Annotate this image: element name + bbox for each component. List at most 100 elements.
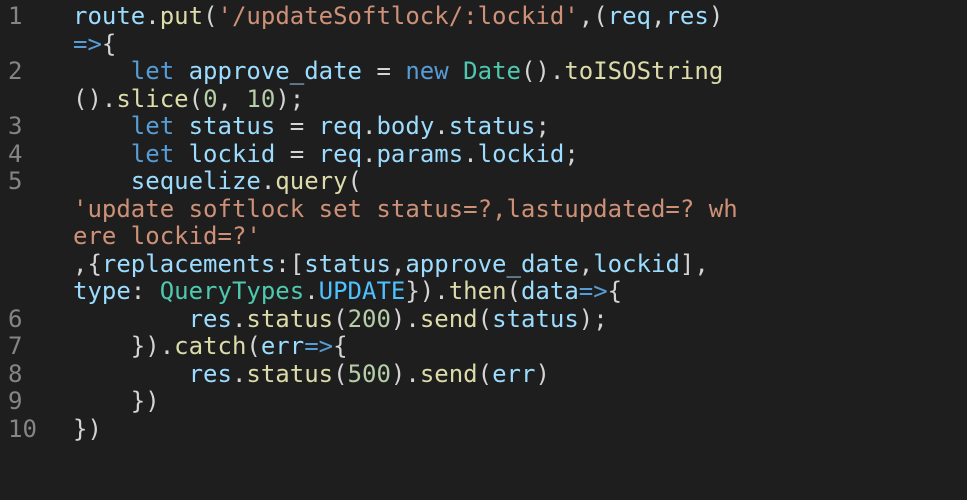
code-token: approve_date <box>188 57 362 85</box>
line-number <box>0 31 73 59</box>
code-token: => <box>578 277 608 305</box>
code-token: (). <box>73 84 117 113</box>
code-line: 6 res.status(200).send(status); <box>0 304 967 334</box>
code-token: , <box>390 249 406 278</box>
code-token: toISOString <box>564 57 724 85</box>
code-line: 8 res.status(500).send(err) <box>0 359 967 389</box>
code-line: 5 sequelize.query( <box>0 167 967 196</box>
code-token: ( <box>333 304 348 333</box>
code-token: = <box>275 112 319 140</box>
code-token: ); <box>275 84 305 113</box>
line-number <box>0 196 73 224</box>
code-token: slice <box>116 84 189 113</box>
code-token: ( <box>347 167 362 195</box>
code-content: route.put('/updateSoftlock/:lockid',(req… <box>73 2 723 31</box>
line-number: 4 <box>8 139 23 168</box>
code-token: QueryTypes <box>159 277 305 305</box>
line-number: 3 <box>8 112 23 140</box>
code-token: Date <box>463 57 521 85</box>
code-token: . <box>231 304 247 333</box>
code-content: ,{replacements:[status,approve_date,lock… <box>73 249 709 279</box>
code-line: 10}) <box>0 415 967 444</box>
code-token: status <box>492 304 579 333</box>
code-token: body <box>376 112 435 140</box>
code-token: ; <box>535 112 550 140</box>
code-token: send <box>419 359 478 388</box>
code-token: '/updateSoftlock/:lockid' <box>217 2 579 30</box>
code-content: let lockid = req.params.lockid; <box>73 139 579 169</box>
line-number: 7 <box>8 332 23 360</box>
code-token: status <box>448 112 536 140</box>
code-editor[interactable]: 1 route.put('/updateSoftlock/:lockid',(re… <box>0 0 967 500</box>
code-token: ( <box>246 332 261 360</box>
line-number: 9 <box>8 387 23 415</box>
code-content: let approve_date = new Date().toISOStrin… <box>73 57 724 86</box>
code-token: req <box>607 2 652 30</box>
code-line: 2 let approve_date = new Date().toISOStr… <box>0 57 967 86</box>
code-token: status <box>246 359 334 388</box>
line-number <box>0 251 73 279</box>
code-token: catch <box>174 332 247 360</box>
code-token: lockid <box>477 139 565 168</box>
code-token: err <box>260 332 305 360</box>
code-token: }) <box>73 387 160 415</box>
code-token: query <box>275 167 348 195</box>
code-token: let <box>130 112 175 140</box>
code-token: 10 <box>246 84 276 113</box>
code-token: ( <box>203 2 218 30</box>
code-token: ( <box>477 304 493 333</box>
code-line: 7 }).catch(err=>{ <box>0 332 967 361</box>
code-token: ,{ <box>73 249 102 278</box>
code-token: err <box>492 359 536 388</box>
code-token: 500 <box>347 359 391 388</box>
code-token: ,( <box>578 2 608 30</box>
code-token: . <box>304 277 319 305</box>
code-token: . <box>260 167 276 195</box>
code-token: ( <box>333 359 348 388</box>
code-line: 9 }) <box>0 387 967 416</box>
code-line: 3 let status = req.body.status; <box>0 112 967 141</box>
line-number: 1 <box>8 2 23 30</box>
code-token: res <box>188 304 232 333</box>
code-token: ( <box>188 84 204 113</box>
code-token: , <box>217 84 247 113</box>
line-number: 5 <box>8 167 23 195</box>
code-token: res <box>188 359 232 388</box>
code-token: status <box>188 112 276 140</box>
code-content: }) <box>73 415 102 444</box>
code-token: route <box>73 2 146 30</box>
code-content: 'update softlock set status=?,lastupdate… <box>73 195 738 224</box>
code-token: = <box>362 57 406 85</box>
code-token: params <box>376 139 464 168</box>
code-token: . <box>434 112 449 140</box>
code-token: 200 <box>347 304 391 333</box>
code-token: let <box>130 139 175 168</box>
code-token: . <box>362 112 377 140</box>
code-token: ); <box>578 304 608 333</box>
code-content: =>{ <box>73 29 117 59</box>
code-token: sequelize <box>130 167 261 195</box>
line-number <box>0 223 73 251</box>
code-token: new <box>405 57 449 85</box>
code-token: req <box>318 139 363 168</box>
code-token: ). <box>390 359 420 388</box>
code-token: data <box>520 277 579 305</box>
code-token: then <box>448 277 507 305</box>
line-number <box>0 86 73 114</box>
code-token: { <box>101 29 117 58</box>
code-token: type <box>73 277 131 305</box>
code-token: ere lockid=?' <box>73 222 261 250</box>
code-line: 4 let lockid = req.params.lockid; <box>0 139 967 169</box>
code-token: ( <box>477 359 493 388</box>
code-line: 1 route.put('/updateSoftlock/:lockid',(re… <box>0 2 967 31</box>
code-line-wrap: ,{replacements:[status,approve_date,lock… <box>0 249 967 279</box>
code-token: res <box>665 2 709 30</box>
line-number <box>0 278 73 306</box>
code-line-wrap: type: QueryTypes.UPDATE}).then(data=>{ <box>0 277 967 306</box>
code-token: => <box>73 29 102 58</box>
